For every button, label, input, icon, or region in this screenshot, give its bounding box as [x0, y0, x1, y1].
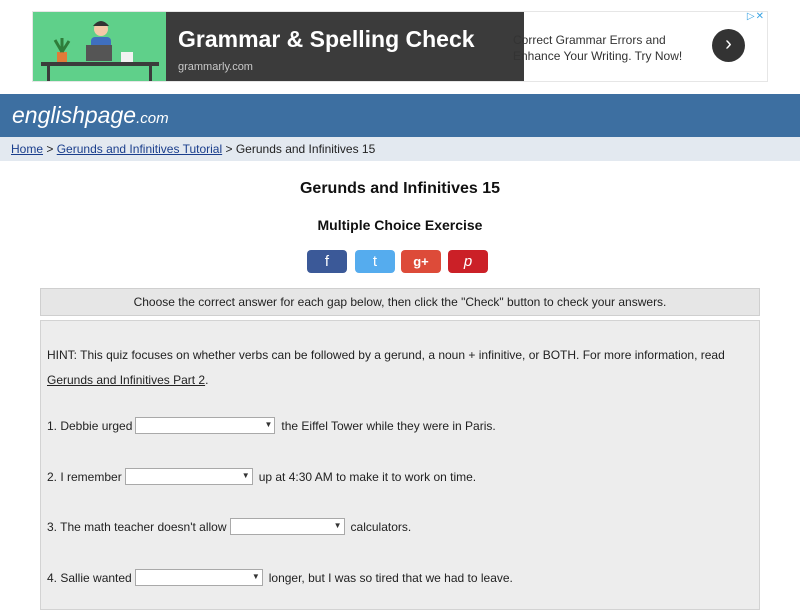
- question-1-prompt: 1. Debbie urged: [47, 418, 133, 433]
- breadcrumb-tutorial-link[interactable]: Gerunds and Infinitives Tutorial: [57, 142, 222, 156]
- ad-banner[interactable]: Grammar & Spelling Check grammarly.com C…: [32, 11, 768, 82]
- page-subtitle: Multiple Choice Exercise: [317, 217, 483, 233]
- hint-link[interactable]: Gerunds and Infinitives Part 2: [47, 373, 205, 387]
- site-logo-suffix: .com: [136, 110, 169, 127]
- ad-headline[interactable]: Grammar & Spelling Check: [178, 26, 475, 53]
- question-1-continuation: the Eiffel Tower while they were in Pari…: [281, 418, 496, 433]
- breadcrumb-home-link[interactable]: Home: [11, 142, 43, 156]
- chevron-down-icon: ▼: [251, 572, 260, 581]
- chevron-right-icon[interactable]: ›: [712, 29, 745, 62]
- ad-choices-icon[interactable]: ▷✕: [747, 11, 765, 22]
- quiz-panel: HINT: This quiz focuses on whether verbs…: [40, 320, 760, 610]
- breadcrumb-separator: >: [225, 142, 233, 156]
- question-2-continuation: up at 4:30 AM to make it to work on time…: [258, 469, 477, 484]
- ad-headline-panel[interactable]: Grammar & Spelling Check grammarly.com: [166, 12, 524, 81]
- hint-end: .: [205, 373, 209, 387]
- question-4-continuation: longer, but I was so tired that we had t…: [268, 570, 513, 585]
- question-3-prompt: 3. The math teacher doesn't allow: [47, 519, 227, 534]
- pinterest-share-button[interactable]: p: [448, 250, 488, 273]
- question-3-answer-select[interactable]: ▼: [229, 518, 345, 535]
- site-logo[interactable]: englishpage.com: [12, 102, 169, 129]
- site-logo-name: englishpage: [12, 102, 137, 128]
- question-3-continuation: calculators.: [350, 519, 412, 534]
- chevron-down-icon: ▼: [264, 420, 273, 429]
- ad-copy[interactable]: Correct Grammar Errors and Enhance Your …: [513, 32, 703, 64]
- person-at-laptop-illustration: [33, 12, 166, 81]
- site-header: englishpage.com: [0, 94, 800, 137]
- instructions-box: Choose the correct answer for each gap b…: [40, 288, 760, 316]
- chevron-down-icon: ▼: [333, 521, 342, 530]
- hint-body: HINT: This quiz focuses on whether verbs…: [47, 348, 725, 362]
- question-4-prompt: 4. Sallie wanted: [47, 570, 132, 585]
- question-2: 2. I remember ▼ up at 4:30 AM to make it…: [47, 468, 476, 485]
- breadcrumb-separator: >: [46, 142, 54, 156]
- question-2-prompt: 2. I remember: [47, 469, 122, 484]
- question-1-answer-select[interactable]: ▼: [135, 417, 276, 434]
- ad-domain: grammarly.com: [178, 61, 253, 73]
- breadcrumb-current: Gerunds and Infinitives 15: [235, 142, 376, 156]
- breadcrumb: Home > Gerunds and Infinitives Tutorial …: [11, 142, 375, 156]
- chevron-down-icon: ▼: [241, 471, 250, 480]
- question-1: 1. Debbie urged ▼ the Eiffel Tower while…: [47, 417, 496, 434]
- question-4-answer-select[interactable]: ▼: [134, 569, 263, 586]
- question-3: 3. The math teacher doesn't allow ▼ calc…: [47, 518, 411, 535]
- twitter-share-button[interactable]: t: [355, 250, 395, 273]
- page-title: Gerunds and Infinitives 15: [299, 180, 501, 197]
- question-2-answer-select[interactable]: ▼: [124, 468, 253, 485]
- question-4: 4. Sallie wanted ▼ longer, but I was so …: [47, 569, 513, 586]
- breadcrumb-bar: Home > Gerunds and Infinitives Tutorial …: [0, 137, 800, 161]
- facebook-share-button[interactable]: f: [307, 250, 347, 273]
- googleplus-share-button[interactable]: g+: [401, 250, 441, 273]
- hint-text: HINT: This quiz focuses on whether verbs…: [47, 343, 747, 393]
